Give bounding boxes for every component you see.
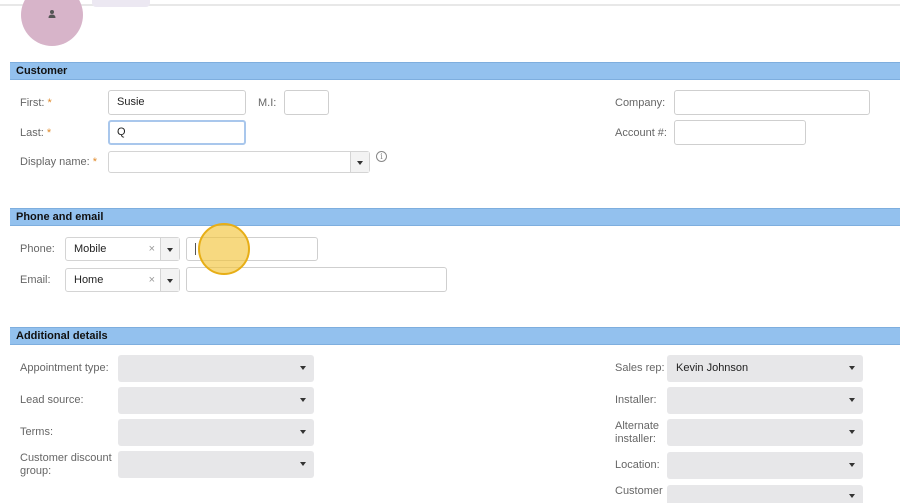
customer-field-select[interactable] — [667, 485, 863, 503]
terms-select[interactable] — [118, 419, 314, 446]
alternate-installer-label: Alternate installer: — [615, 420, 660, 445]
clear-icon[interactable]: × — [149, 243, 155, 255]
display-name-select[interactable] — [108, 151, 370, 173]
chevron-down-icon — [849, 430, 855, 434]
company-input[interactable] — [674, 90, 870, 115]
mi-label: M.I: — [258, 97, 277, 109]
chevron-down-icon — [300, 462, 306, 466]
chevron-down-icon — [849, 398, 855, 402]
last-name-input[interactable]: Q — [108, 120, 246, 145]
section-header-phone-email: Phone and email — [10, 208, 900, 226]
text-cursor — [195, 243, 196, 256]
person-icon — [48, 10, 56, 18]
required-mark: * — [92, 156, 97, 168]
middle-initial-input[interactable] — [284, 90, 329, 115]
chevron-down-icon — [849, 494, 855, 498]
display-name-label: Display name: * — [20, 156, 97, 168]
installer-label: Installer: — [615, 394, 657, 406]
alternate-installer-select[interactable] — [667, 419, 863, 446]
terms-label: Terms: — [20, 426, 53, 438]
customer-discount-group-label: Customer discount group: — [20, 452, 112, 477]
sales-rep-select[interactable]: Kevin Johnson — [667, 355, 863, 382]
avatar[interactable] — [21, 0, 83, 46]
lead-source-select[interactable] — [118, 387, 314, 414]
section-header-additional-details: Additional details — [10, 327, 900, 345]
email-type-dropdown-toggle[interactable] — [160, 269, 179, 291]
click-indicator — [198, 223, 250, 275]
section-title: Additional details — [16, 330, 108, 342]
required-mark: * — [47, 97, 52, 109]
section-title: Customer — [16, 65, 68, 77]
customer-discount-group-select[interactable] — [118, 451, 314, 478]
chevron-down-icon — [167, 248, 173, 252]
chevron-down-icon — [300, 398, 306, 402]
required-mark: * — [46, 127, 52, 139]
phone-type-select[interactable]: Mobile × — [65, 237, 180, 261]
info-icon[interactable]: i — [376, 151, 387, 162]
last-name-label: Last: * — [20, 127, 52, 139]
company-label: Company: — [615, 97, 666, 109]
display-name-dropdown-toggle[interactable] — [350, 152, 369, 172]
email-label: Email: — [20, 274, 51, 286]
account-number-input[interactable] — [674, 120, 806, 145]
phone-label: Phone: — [20, 243, 55, 255]
lead-source-label: Lead source: — [20, 394, 84, 406]
first-name-label: First: * — [20, 97, 52, 109]
customer-field-label: Customer — [615, 485, 663, 497]
location-select[interactable] — [667, 452, 863, 479]
email-type-select[interactable]: Home × — [65, 268, 180, 292]
section-header-customer: Customer — [10, 62, 900, 80]
first-name-input[interactable]: Susie — [108, 90, 246, 115]
chevron-down-icon — [849, 463, 855, 467]
installer-select[interactable] — [667, 387, 863, 414]
location-label: Location: — [615, 459, 660, 471]
appointment-type-label: Appointment type: — [20, 362, 109, 374]
clear-icon[interactable]: × — [149, 274, 155, 286]
chevron-down-icon — [357, 161, 363, 165]
tab-stub[interactable] — [92, 0, 150, 7]
chevron-down-icon — [167, 279, 173, 283]
section-title: Phone and email — [16, 211, 104, 223]
appointment-type-select[interactable] — [118, 355, 314, 382]
sales-rep-label: Sales rep: — [615, 362, 665, 374]
chevron-down-icon — [300, 366, 306, 370]
chevron-down-icon — [849, 366, 855, 370]
chevron-down-icon — [300, 430, 306, 434]
phone-type-dropdown-toggle[interactable] — [160, 238, 179, 260]
account-number-label: Account #: — [615, 127, 667, 139]
